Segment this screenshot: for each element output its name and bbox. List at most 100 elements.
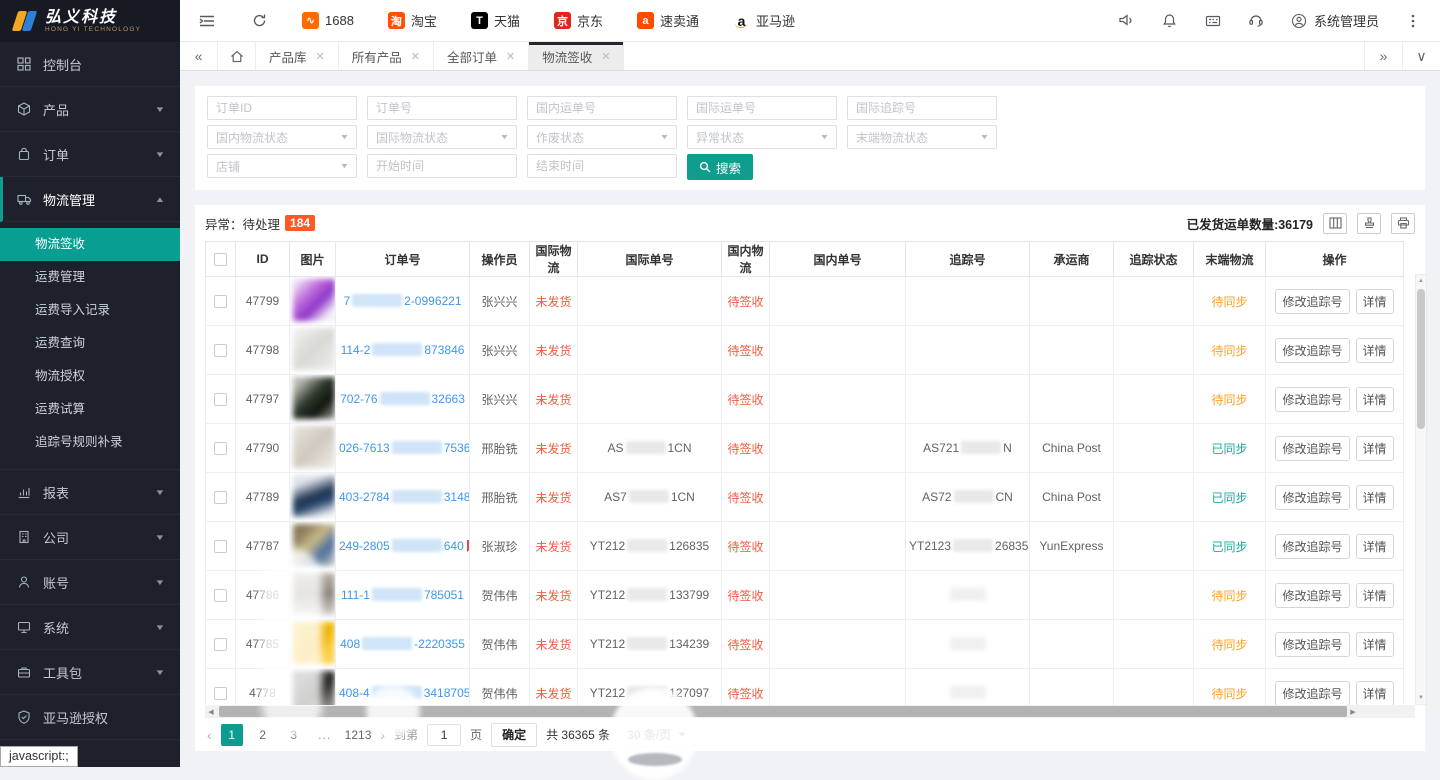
lastmile-status-select[interactable]: 末端物流状态▼ bbox=[847, 125, 997, 149]
collapse-sidebar-icon[interactable] bbox=[198, 12, 216, 30]
submenu-item[interactable]: 运费试算 bbox=[0, 393, 180, 426]
row-checkbox[interactable] bbox=[214, 295, 227, 308]
user-menu[interactable]: 系统管理员 bbox=[1290, 11, 1379, 30]
page-number[interactable]: 3 bbox=[283, 724, 305, 746]
submenu-item[interactable]: 运费导入记录 bbox=[0, 294, 180, 327]
edit-tracking-button[interactable]: 修改追踪号 bbox=[1275, 289, 1349, 314]
intl-tracking-input[interactable] bbox=[847, 96, 997, 120]
row-checkbox[interactable] bbox=[214, 393, 227, 406]
exception-status-select[interactable]: 异常状态▼ bbox=[687, 125, 837, 149]
marketplace-1688[interactable]: ∿ 1688 bbox=[302, 12, 354, 29]
home-tab-icon[interactable] bbox=[218, 42, 256, 70]
detail-button[interactable]: 详情 bbox=[1356, 681, 1394, 706]
close-tab-icon[interactable]: ✕ bbox=[601, 50, 610, 63]
detail-button[interactable]: 详情 bbox=[1356, 632, 1394, 657]
order-link[interactable]: 249-2805640 bbox=[339, 539, 464, 553]
detail-button[interactable]: 详情 bbox=[1356, 387, 1394, 412]
tab-logistics-receipt[interactable]: 物流签收✕ bbox=[529, 42, 624, 70]
detail-button[interactable]: 详情 bbox=[1356, 289, 1394, 314]
edit-tracking-button[interactable]: 修改追踪号 bbox=[1275, 485, 1349, 510]
detail-button[interactable]: 详情 bbox=[1356, 534, 1394, 559]
tabs-scroll-right-icon[interactable]: » bbox=[1364, 42, 1402, 70]
sidebar-item-dashboard[interactable]: 控制台 bbox=[0, 42, 180, 87]
announcement-icon[interactable] bbox=[1118, 12, 1136, 30]
sidebar-item-account[interactable]: 账号 ▼ bbox=[0, 560, 180, 605]
row-checkbox[interactable] bbox=[214, 491, 227, 504]
select-all-checkbox[interactable] bbox=[214, 253, 227, 266]
vertical-scroll-thumb[interactable] bbox=[1417, 289, 1425, 429]
row-checkbox[interactable] bbox=[214, 344, 227, 357]
notifications-bell-icon[interactable] bbox=[1161, 12, 1179, 30]
edit-tracking-button[interactable]: 修改追踪号 bbox=[1275, 436, 1349, 461]
horizontal-scrollbar[interactable]: ◀ ▶ bbox=[205, 705, 1415, 718]
void-status-select[interactable]: 作废状态▼ bbox=[527, 125, 677, 149]
sidebar-item-orders[interactable]: 订单 ▼ bbox=[0, 132, 180, 177]
sidebar-item-toolbox[interactable]: 工具包 ▼ bbox=[0, 650, 180, 695]
horizontal-scroll-thumb[interactable] bbox=[219, 706, 1347, 717]
print-icon[interactable] bbox=[1391, 213, 1415, 234]
sidebar-item-amazon-auth[interactable]: 亚马逊授权 bbox=[0, 695, 180, 740]
product-thumbnail[interactable] bbox=[293, 475, 335, 517]
product-thumbnail[interactable] bbox=[293, 328, 335, 370]
domestic-waybill-input[interactable] bbox=[527, 96, 677, 120]
intl-status-select[interactable]: 国际物流状态▼ bbox=[367, 125, 517, 149]
row-checkbox[interactable] bbox=[214, 638, 227, 651]
per-page-select[interactable]: 30 条/页▼ bbox=[619, 723, 694, 747]
column-settings-icon[interactable] bbox=[1323, 213, 1347, 234]
sidebar-item-company[interactable]: 公司 ▼ bbox=[0, 515, 180, 560]
sidebar-item-reports[interactable]: 报表 ▼ bbox=[0, 470, 180, 515]
detail-button[interactable]: 详情 bbox=[1356, 583, 1394, 608]
goto-page-input[interactable] bbox=[427, 724, 461, 746]
row-checkbox[interactable] bbox=[214, 687, 227, 700]
submenu-item[interactable]: 物流授权 bbox=[0, 360, 180, 393]
next-page-icon[interactable]: › bbox=[380, 727, 385, 743]
scroll-right-icon[interactable]: ▶ bbox=[1347, 708, 1359, 716]
edit-tracking-button[interactable]: 修改追踪号 bbox=[1275, 681, 1349, 706]
product-thumbnail[interactable] bbox=[293, 426, 335, 468]
marketplace-jd[interactable]: 京 京东 bbox=[554, 11, 603, 30]
edit-tracking-button[interactable]: 修改追踪号 bbox=[1275, 632, 1349, 657]
product-thumbnail[interactable] bbox=[293, 524, 335, 566]
page-number[interactable]: 1213 bbox=[345, 724, 372, 746]
edit-tracking-button[interactable]: 修改追踪号 bbox=[1275, 338, 1349, 363]
detail-button[interactable]: 详情 bbox=[1356, 436, 1394, 461]
shop-select[interactable]: 店铺▼ bbox=[207, 154, 357, 178]
tab-all-products[interactable]: 所有产品✕ bbox=[339, 42, 434, 70]
marketplace-amazon[interactable]: a 亚马逊 bbox=[733, 11, 795, 30]
marketplace-aliexpress[interactable]: a 速卖通 bbox=[637, 11, 699, 30]
sidebar-item-logistics[interactable]: 物流管理 ▲ bbox=[0, 177, 180, 222]
submenu-item[interactable]: 运费查询 bbox=[0, 327, 180, 360]
page-number[interactable]: 1 bbox=[221, 724, 243, 746]
scroll-down-icon[interactable]: ▼ bbox=[1416, 692, 1426, 704]
order-link[interactable]: 403-27843148 bbox=[339, 490, 470, 504]
tabs-menu-icon[interactable]: ∨ bbox=[1402, 42, 1440, 70]
close-tab-icon[interactable]: ✕ bbox=[506, 50, 515, 63]
export-stamp-icon[interactable] bbox=[1357, 213, 1381, 234]
submenu-item[interactable]: 运费管理 bbox=[0, 261, 180, 294]
marketplace-tmall[interactable]: T 天猫 bbox=[471, 11, 520, 30]
product-thumbnail[interactable] bbox=[293, 622, 335, 664]
order-link[interactable]: 114-2873846 bbox=[341, 343, 465, 357]
more-kebab-icon[interactable] bbox=[1404, 12, 1422, 30]
page-number[interactable]: ... bbox=[314, 724, 336, 746]
order-id-input[interactable] bbox=[207, 96, 357, 120]
domestic-status-select[interactable]: 国内物流状态▼ bbox=[207, 125, 357, 149]
product-thumbnail[interactable] bbox=[293, 279, 335, 321]
tabs-scroll-left-icon[interactable]: « bbox=[180, 42, 218, 70]
order-no-input[interactable] bbox=[367, 96, 517, 120]
edit-tracking-button[interactable]: 修改追踪号 bbox=[1275, 387, 1349, 412]
product-thumbnail[interactable] bbox=[293, 377, 335, 419]
detail-button[interactable]: 详情 bbox=[1356, 338, 1394, 363]
sidebar-item-system[interactable]: 系统 ▼ bbox=[0, 605, 180, 650]
marketplace-taobao[interactable]: 淘 淘宝 bbox=[388, 11, 437, 30]
order-link[interactable]: 702-7632663 bbox=[340, 392, 465, 406]
control-panel-icon[interactable] bbox=[1204, 12, 1222, 30]
order-link[interactable]: 026-76137536 bbox=[339, 441, 470, 455]
submenu-item[interactable]: 追踪号规则补录 bbox=[0, 426, 180, 459]
tab-product-library[interactable]: 产品库✕ bbox=[256, 42, 339, 70]
order-link[interactable]: 72-0996221 bbox=[343, 294, 461, 308]
page-number[interactable]: 2 bbox=[252, 724, 274, 746]
start-time-input[interactable] bbox=[367, 154, 517, 178]
exception-count-badge[interactable]: 184 bbox=[285, 215, 315, 231]
close-tab-icon[interactable]: ✕ bbox=[411, 50, 420, 63]
